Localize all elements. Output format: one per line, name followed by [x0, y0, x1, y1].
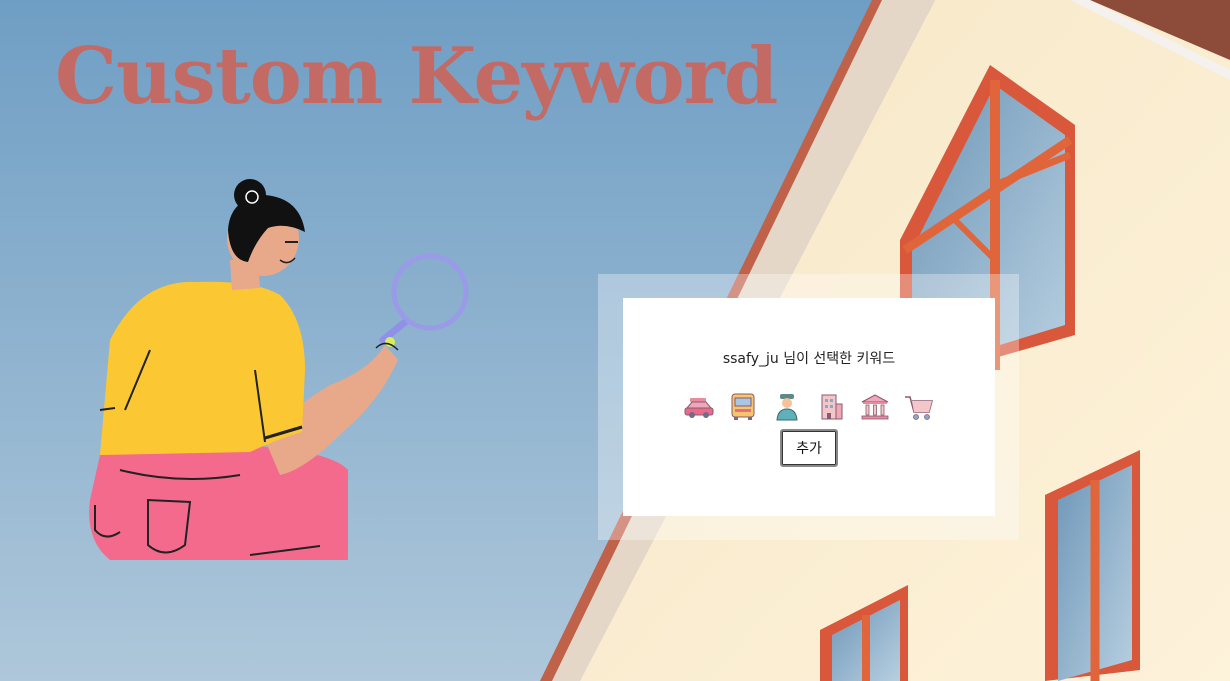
apartment-building-icon[interactable] [814, 392, 848, 422]
bank-icon[interactable] [858, 392, 892, 422]
bus-icon[interactable] [726, 392, 760, 422]
keyword-card: ssafy_ju 님이 선택한 키워드 추가 [623, 298, 995, 516]
keyword-card-heading: ssafy_ju 님이 선택한 키워드 [722, 351, 896, 367]
shopping-cart-icon[interactable] [902, 392, 936, 422]
keyword-icon-list [623, 392, 995, 422]
car-icon[interactable] [682, 392, 716, 422]
person-icon[interactable] [770, 392, 804, 422]
page-title: Custom Keyword [55, 31, 778, 122]
woman-with-magnifier-illustration [89, 179, 469, 560]
add-keyword-button[interactable]: 추가 [780, 429, 838, 467]
